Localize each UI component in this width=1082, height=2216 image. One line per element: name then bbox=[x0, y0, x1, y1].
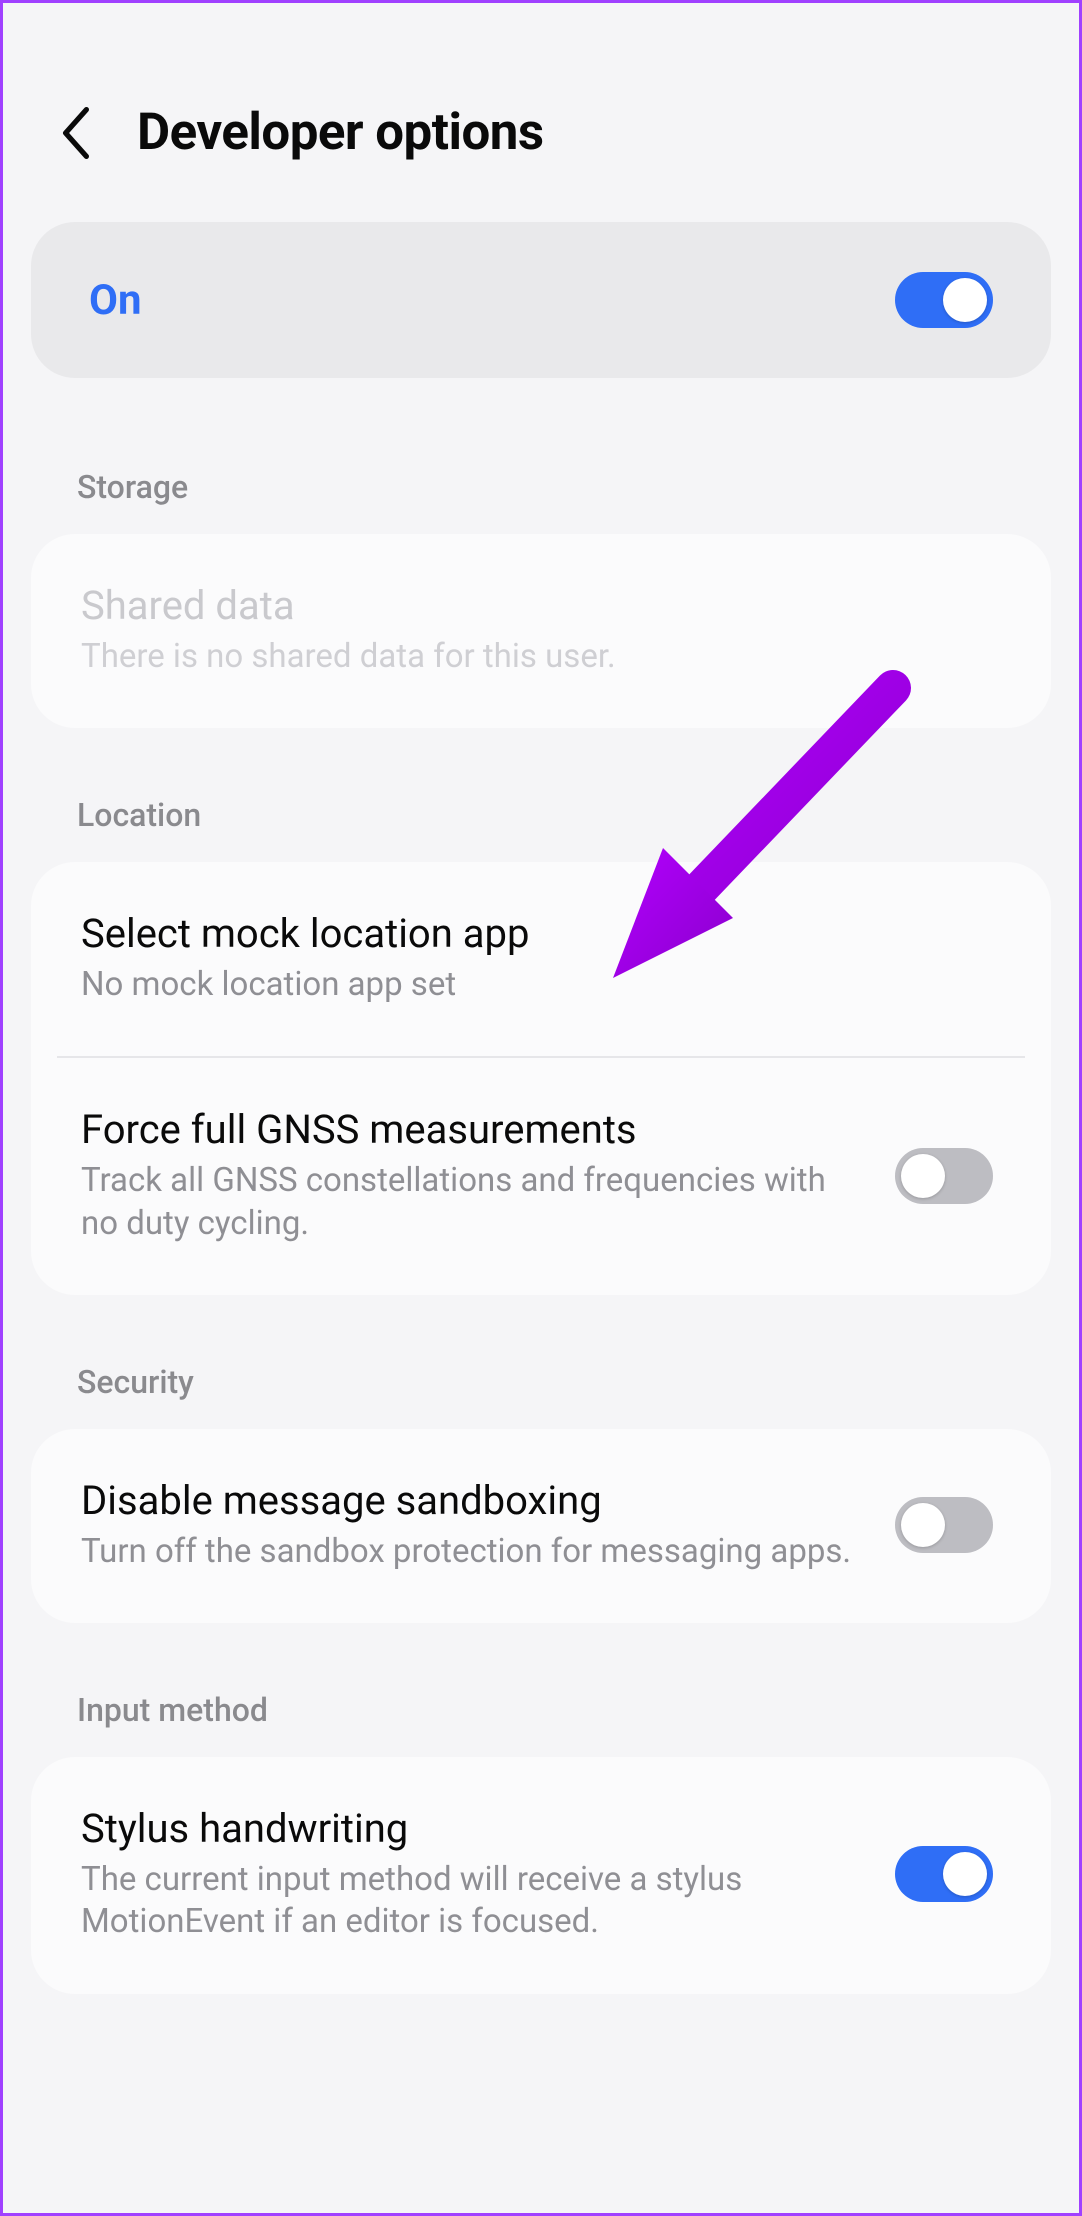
section-header-security: Security bbox=[31, 1333, 1051, 1429]
row-title: Disable message sandboxing bbox=[81, 1477, 865, 1525]
section-header-input-method: Input method bbox=[31, 1661, 1051, 1757]
sandboxing-toggle[interactable] bbox=[895, 1497, 993, 1553]
row-title: Select mock location app bbox=[81, 910, 993, 958]
row-stylus[interactable]: Stylus handwriting The current input met… bbox=[31, 1757, 1051, 1993]
row-mock-location[interactable]: Select mock location app No mock locatio… bbox=[31, 862, 1051, 1056]
header: Developer options bbox=[3, 3, 1079, 222]
row-gnss[interactable]: Force full GNSS measurements Track all G… bbox=[57, 1056, 1025, 1294]
row-sub: The current input method will receive a … bbox=[81, 1859, 865, 1943]
section-header-storage: Storage bbox=[31, 438, 1051, 534]
card-input-method: Stylus handwriting The current input met… bbox=[31, 1757, 1051, 1993]
stylus-toggle[interactable] bbox=[895, 1846, 993, 1902]
master-toggle[interactable] bbox=[895, 272, 993, 328]
master-status-label: On bbox=[89, 276, 142, 325]
row-sub: Turn off the sandbox protection for mess… bbox=[81, 1531, 865, 1573]
row-title: Force full GNSS measurements bbox=[81, 1106, 865, 1154]
row-sandboxing[interactable]: Disable message sandboxing Turn off the … bbox=[31, 1429, 1051, 1623]
row-title: Stylus handwriting bbox=[81, 1805, 865, 1853]
row-sub: No mock location app set bbox=[81, 964, 993, 1006]
back-icon[interactable] bbox=[59, 107, 93, 159]
row-sub: Track all GNSS constellations and freque… bbox=[81, 1160, 865, 1244]
gnss-toggle[interactable] bbox=[895, 1148, 993, 1204]
row-title: Shared data bbox=[81, 582, 993, 630]
section-header-location: Location bbox=[31, 766, 1051, 862]
card-storage: Shared data There is no shared data for … bbox=[31, 534, 1051, 728]
row-sub: There is no shared data for this user. bbox=[81, 636, 993, 678]
card-security: Disable message sandboxing Turn off the … bbox=[31, 1429, 1051, 1623]
master-toggle-row[interactable]: On bbox=[31, 222, 1051, 378]
row-shared-data[interactable]: Shared data There is no shared data for … bbox=[31, 534, 1051, 728]
page-title: Developer options bbox=[137, 103, 544, 162]
card-location: Select mock location app No mock locatio… bbox=[31, 862, 1051, 1295]
